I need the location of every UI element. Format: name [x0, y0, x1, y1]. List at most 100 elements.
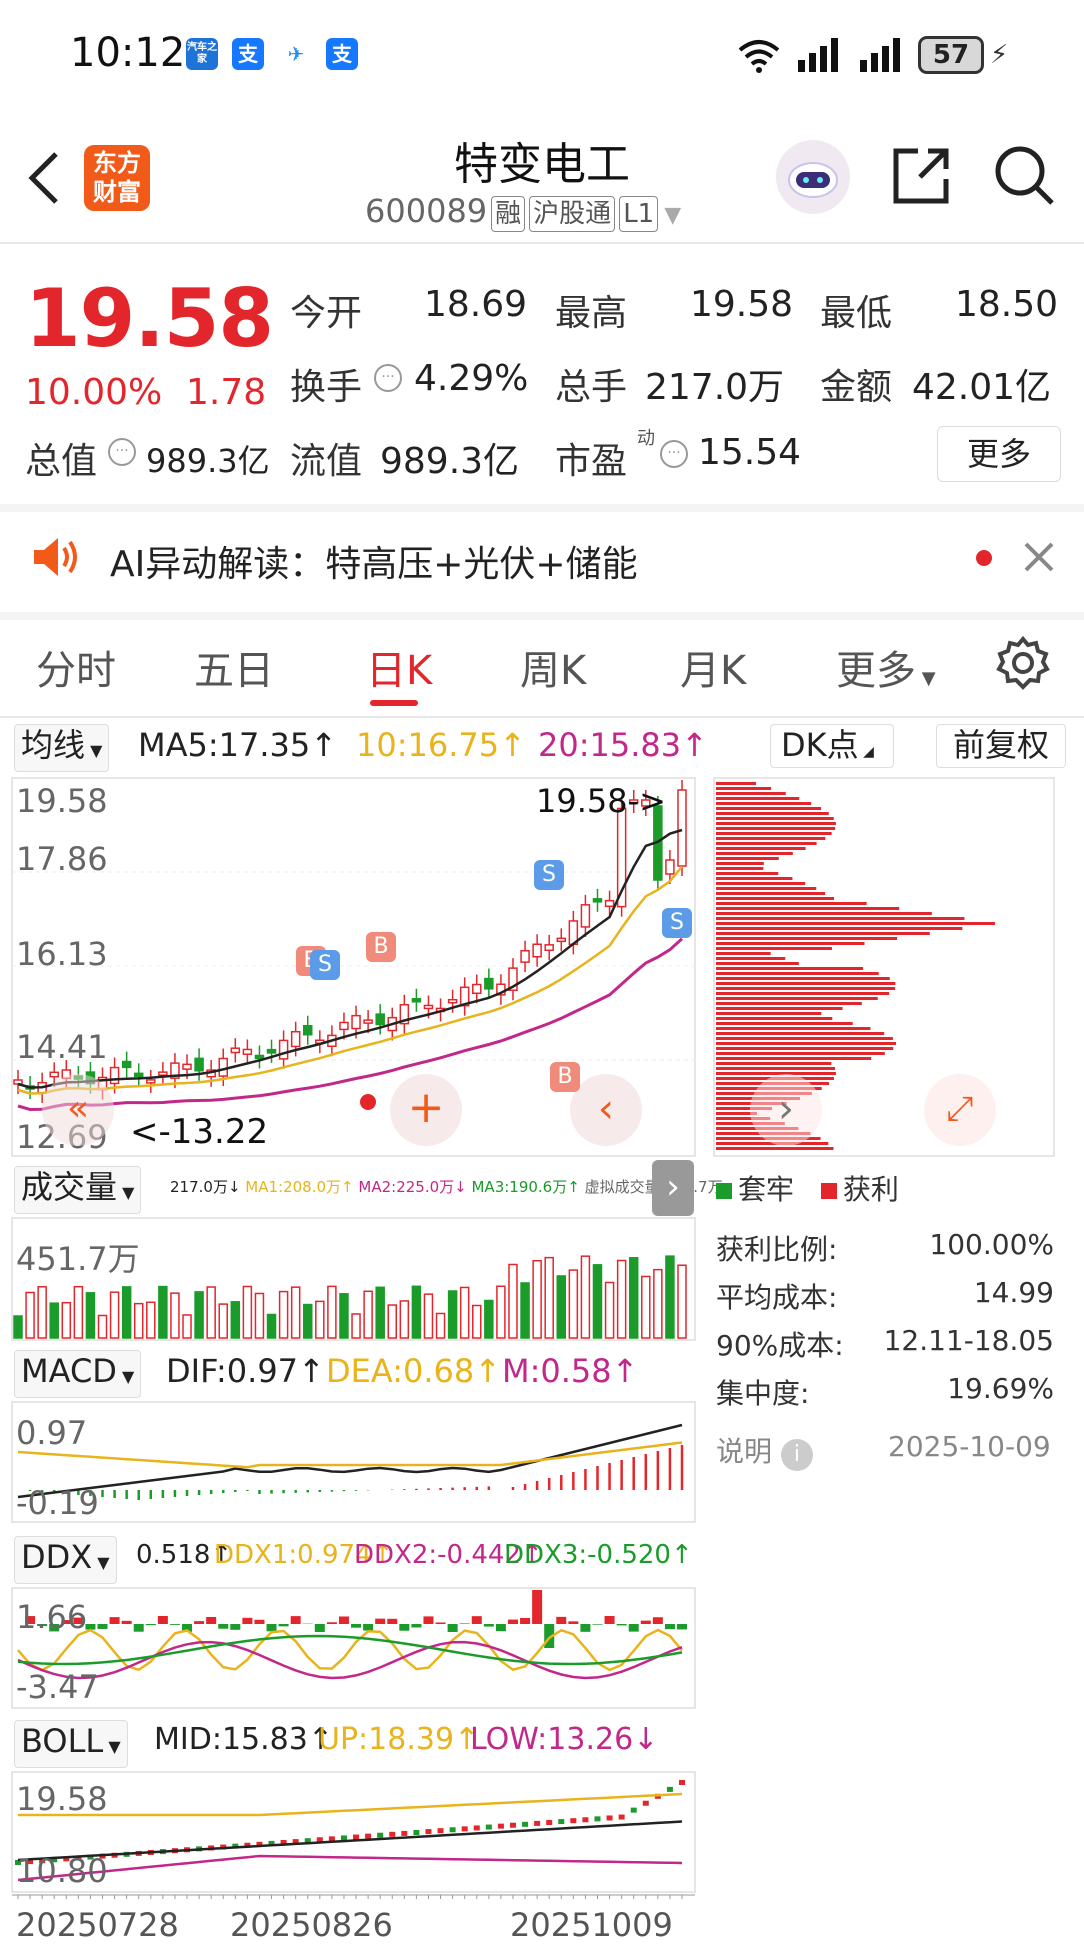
macd-dif-line — [17, 1423, 683, 1499]
fullscreen-icon[interactable]: ⤢ — [924, 1074, 996, 1146]
candle-body — [121, 1060, 132, 1069]
indicator-selector-boll[interactable]: BOLL ▼ — [14, 1720, 128, 1768]
chip-bar — [716, 1022, 853, 1025]
chip-bar — [716, 932, 930, 935]
sell-marker: S — [534, 860, 564, 890]
volume-bar — [387, 1304, 398, 1339]
ddx-bar — [616, 1624, 627, 1626]
volume-bar — [230, 1301, 241, 1339]
ddx-bar — [194, 1621, 205, 1624]
ddx-bar — [459, 1623, 470, 1624]
candle-body — [520, 949, 530, 963]
ddx-bar — [290, 1616, 301, 1624]
ddx-bar — [218, 1624, 229, 1629]
chip-bar — [716, 997, 878, 1000]
chip-bar — [716, 862, 764, 865]
volume-bar — [133, 1302, 144, 1339]
boll-candle — [618, 1814, 625, 1820]
candle-body — [423, 1004, 434, 1010]
indicator-selector-volume[interactable]: 成交量 ▼ — [14, 1166, 142, 1214]
chip-bar — [716, 1017, 833, 1020]
volume-bar — [339, 1293, 349, 1339]
candle-body — [472, 983, 482, 995]
boll-candle — [413, 1830, 420, 1835]
chip-bar — [716, 852, 793, 855]
volume-bar — [97, 1314, 108, 1339]
chip-bar — [716, 832, 832, 835]
candle-body — [49, 1071, 59, 1078]
boll-up-line — [18, 1792, 683, 1817]
candle-body — [109, 1066, 120, 1085]
chip-bar — [716, 812, 829, 815]
chip-profit-ratio: 获利比例: 100.00% — [716, 1228, 1054, 1266]
ddx-bar — [604, 1616, 615, 1624]
volume-bar — [13, 1315, 23, 1339]
volume-bar — [25, 1291, 35, 1339]
chip-bar — [716, 842, 817, 845]
boll-ylabel: 19.58 — [16, 1780, 108, 1818]
volume-ylabel: 451.7万 — [16, 1240, 140, 1278]
boll-candle — [449, 1827, 456, 1833]
crosshair-plus-button[interactable]: + — [390, 1074, 462, 1146]
chip-concentration: 集中度: 19.69% — [716, 1372, 1054, 1410]
ddx-bar — [133, 1624, 144, 1632]
sell-marker: S — [662, 908, 692, 938]
volume-bar — [290, 1286, 301, 1339]
boll-low: LOW:13.26↓ — [470, 1722, 659, 1757]
volume-bar — [37, 1286, 47, 1339]
volume-bar — [677, 1264, 687, 1339]
chip-bar — [716, 992, 890, 995]
volume-bar — [459, 1286, 470, 1339]
boll-up: UP:18.39↑ — [318, 1722, 480, 1757]
chart-canvas — [11, 777, 1055, 1899]
ddx-bar — [375, 1618, 386, 1624]
ddx-bar — [447, 1624, 458, 1632]
ddx-bar — [677, 1624, 687, 1630]
candle-body — [592, 898, 603, 903]
chip-bar — [716, 827, 836, 830]
ddx-bar — [483, 1624, 494, 1627]
indicator-selector-ddx[interactable]: DDX ▼ — [14, 1536, 117, 1584]
chip-bar — [716, 927, 963, 930]
candle-body — [302, 1024, 313, 1036]
chip-bar — [716, 887, 817, 890]
volume-bar — [182, 1314, 192, 1339]
ddx-bar — [628, 1624, 639, 1632]
indicator-selector-macd[interactable]: MACD ▼ — [14, 1350, 142, 1398]
expand-panel-button[interactable]: › — [652, 1160, 694, 1216]
candle-body — [544, 944, 554, 952]
candle-body — [556, 937, 567, 943]
boll-candle — [473, 1825, 480, 1831]
ddx-bar — [399, 1624, 410, 1631]
candle-body — [363, 1019, 373, 1024]
chip-bar — [716, 917, 965, 920]
candle-body — [375, 1013, 385, 1026]
boll-candle — [522, 1821, 529, 1827]
chip-bar — [716, 962, 799, 965]
scroll-left-icon[interactable]: « — [42, 1074, 114, 1146]
chip-bar — [716, 1067, 836, 1070]
volume-bar — [628, 1257, 639, 1339]
chevron-left-icon[interactable]: ‹ — [570, 1074, 642, 1146]
volume-bar — [616, 1259, 627, 1339]
profit-swatch — [820, 1183, 837, 1199]
boll-ylabel: 10.80 — [16, 1852, 108, 1890]
volume-bar — [435, 1312, 446, 1339]
candlestick-series — [13, 780, 687, 1103]
last-price-marker: 19.58-> — [536, 782, 666, 820]
ddx-bar — [157, 1616, 168, 1624]
volume-bar — [375, 1286, 385, 1339]
chip-bar — [716, 1052, 885, 1055]
chevron-right-icon[interactable]: › — [750, 1074, 822, 1146]
chip-bar — [716, 867, 764, 870]
boll-candle — [642, 1800, 649, 1806]
chip-note[interactable]: 说明 i — [716, 1430, 813, 1471]
volume-bar — [447, 1290, 458, 1339]
chip-legend: 套牢 获利 — [716, 1168, 899, 1208]
volume-bar — [146, 1301, 156, 1339]
ddx-bar — [314, 1624, 325, 1632]
chip-bar — [716, 857, 779, 860]
chip-bar — [716, 877, 793, 880]
volume-bar — [556, 1275, 567, 1339]
boll-candle — [509, 1822, 516, 1828]
